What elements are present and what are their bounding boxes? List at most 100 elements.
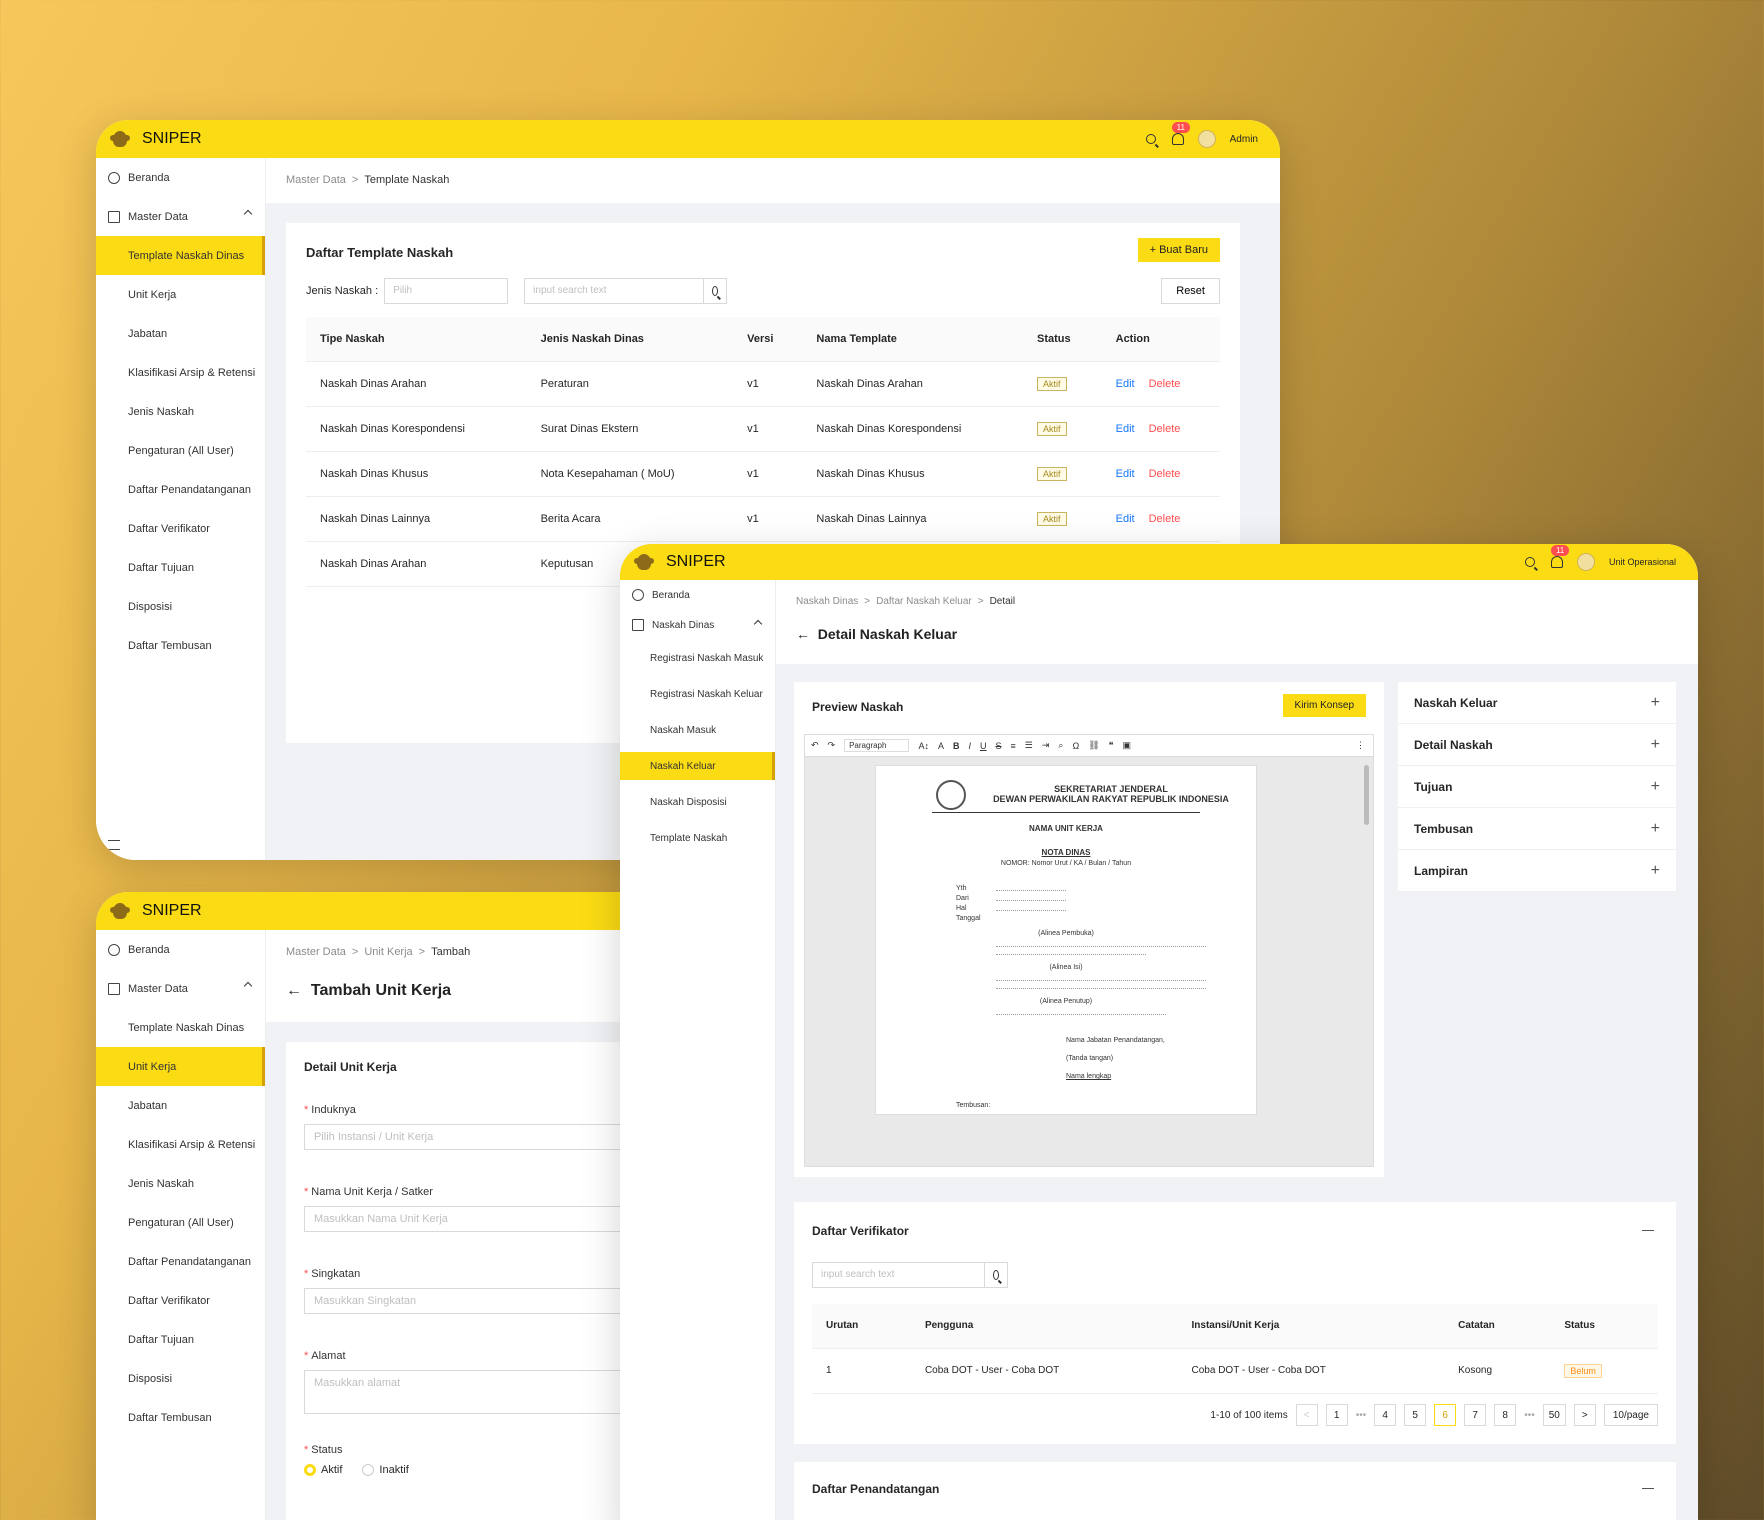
radio-aktif[interactable]: Aktif xyxy=(304,1464,342,1477)
underline-icon[interactable]: U xyxy=(980,741,987,751)
avatar[interactable] xyxy=(1576,553,1595,571)
sidebar-item-template-naskah-dinas[interactable]: Template Naskah Dinas xyxy=(96,236,265,275)
sidebar-item-reg-keluar[interactable]: Registrasi Naskah Keluar xyxy=(620,676,775,712)
sidebar-item-pengaturan[interactable]: Pengaturan (All User) xyxy=(96,431,265,470)
delete-link[interactable]: Delete xyxy=(1149,468,1181,480)
sidebar-item-jabatan[interactable]: Jabatan xyxy=(96,314,265,353)
delete-link[interactable]: Delete xyxy=(1149,378,1181,390)
reset-button[interactable]: Reset xyxy=(1161,278,1220,304)
sidebar-item-klasifikasi[interactable]: Klasifikasi Arsip & Retensi xyxy=(96,1125,265,1164)
buat-baru-button[interactable]: + Buat Baru xyxy=(1137,238,1220,262)
sidebar-item-tujuan[interactable]: Daftar Tujuan xyxy=(96,548,265,587)
verif-search-button[interactable] xyxy=(984,1262,1008,1288)
prev-page-button[interactable]: < xyxy=(1295,1404,1318,1426)
bold-icon[interactable]: B xyxy=(953,741,960,751)
crumb-naskah-dinas[interactable]: Naskah Dinas xyxy=(796,596,858,607)
text-color-icon[interactable]: A xyxy=(938,741,944,751)
bell-icon[interactable]: 11 xyxy=(1549,545,1570,569)
quote-icon[interactable]: ❝ xyxy=(1109,740,1114,751)
sidebar-item-tembusan[interactable]: Daftar Tembusan xyxy=(96,626,265,665)
delete-link[interactable]: Delete xyxy=(1149,513,1181,525)
nama-unit-input[interactable]: Masukkan Nama Unit Kerja xyxy=(304,1206,636,1232)
align-icon[interactable]: ≡ xyxy=(1011,741,1016,751)
sidebar-item-reg-masuk[interactable]: Registrasi Naskah Masuk xyxy=(620,640,775,676)
acc-naskah-keluar[interactable]: Naskah Keluar + xyxy=(1398,682,1676,724)
sidebar-item-tujuan[interactable]: Daftar Tujuan xyxy=(96,1320,265,1359)
sidebar-item-jabatan[interactable]: Jabatan xyxy=(96,1086,265,1125)
redo-icon[interactable]: ↷ xyxy=(828,740,836,751)
bell-icon[interactable]: 11 xyxy=(1170,122,1190,146)
singkatan-input[interactable]: Masukkan Singkatan xyxy=(304,1288,636,1314)
search-icon[interactable] xyxy=(1145,134,1156,144)
search-input[interactable]: input search text xyxy=(524,278,705,304)
image-icon[interactable]: ▣ xyxy=(1122,740,1131,751)
sidebar-item-disposisi[interactable]: Disposisi xyxy=(96,587,265,626)
collapse-icon[interactable] xyxy=(1642,1488,1654,1489)
back-arrow-icon[interactable]: ← xyxy=(796,626,810,642)
user-name[interactable]: Admin xyxy=(1230,134,1258,145)
sidebar-item-beranda[interactable]: Beranda xyxy=(96,158,265,197)
search-button[interactable] xyxy=(703,278,728,304)
page-4[interactable]: 4 xyxy=(1374,1404,1397,1426)
sidebar-item-master-data[interactable]: Master Data xyxy=(96,197,265,236)
menu-fold-icon[interactable] xyxy=(108,840,120,850)
font-size-icon[interactable]: A↕ xyxy=(918,741,929,751)
sidebar-item-unit-kerja[interactable]: Unit Kerja xyxy=(96,275,265,314)
find-icon[interactable]: ⌕ xyxy=(1058,740,1063,751)
scrollbar[interactable] xyxy=(1364,765,1369,825)
acc-tujuan[interactable]: Tujuan + xyxy=(1398,766,1676,808)
delete-link[interactable]: Delete xyxy=(1149,423,1181,435)
edit-link[interactable]: Edit xyxy=(1116,423,1135,435)
avatar[interactable] xyxy=(1197,130,1216,148)
induknya-select[interactable]: Pilih Instansi / Unit Kerja xyxy=(304,1124,636,1150)
crumb-daftar[interactable]: Daftar Naskah Keluar xyxy=(876,596,972,607)
sidebar-item-template[interactable]: Template Naskah xyxy=(620,820,775,856)
list-icon[interactable]: ☰ xyxy=(1025,740,1033,751)
acc-tembusan[interactable]: Tembusan + xyxy=(1398,808,1676,850)
undo-icon[interactable]: ↶ xyxy=(811,740,819,751)
page-7[interactable]: 7 xyxy=(1464,1404,1487,1426)
page-5[interactable]: 5 xyxy=(1404,1404,1427,1426)
omega-icon[interactable]: Ω xyxy=(1072,741,1079,751)
sidebar-item-master-data[interactable]: Master Data xyxy=(96,969,265,1008)
paragraph-select[interactable]: Paragraph xyxy=(844,739,910,752)
sidebar-item-penandatanganan[interactable]: Daftar Penandatanganan xyxy=(96,470,265,509)
edit-link[interactable]: Edit xyxy=(1116,378,1135,390)
strike-icon[interactable]: S xyxy=(996,741,1002,751)
sidebar-item-klasifikasi[interactable]: Klasifikasi Arsip & Retensi xyxy=(96,353,265,392)
sidebar-item-naskah-dinas[interactable]: Naskah Dinas xyxy=(620,610,775,640)
link-icon[interactable]: ⛓ xyxy=(1088,740,1099,751)
italic-icon[interactable]: I xyxy=(968,741,971,751)
user-name[interactable]: Unit Operasional xyxy=(1609,557,1676,567)
crumb-master-data[interactable]: Master Data xyxy=(286,174,346,186)
search-icon[interactable] xyxy=(1524,557,1535,567)
alamat-textarea[interactable]: Masukkan alamat xyxy=(304,1370,636,1414)
edit-link[interactable]: Edit xyxy=(1116,468,1135,480)
page-1[interactable]: 1 xyxy=(1325,1404,1348,1426)
more-icon[interactable]: ⋮ xyxy=(1356,740,1373,751)
kirim-konsep-button[interactable]: Kirim Konsep xyxy=(1282,694,1366,717)
sidebar-item-jenis-naskah[interactable]: Jenis Naskah xyxy=(96,392,265,431)
sidebar-item-tembusan[interactable]: Daftar Tembusan xyxy=(96,1398,265,1437)
sidebar-item-template-naskah-dinas[interactable]: Template Naskah Dinas xyxy=(96,1008,265,1047)
page-size-select[interactable]: 10/page xyxy=(1603,1404,1658,1426)
radio-inaktif[interactable]: Inaktif xyxy=(362,1464,409,1477)
sidebar-item-naskah-masuk[interactable]: Naskah Masuk xyxy=(620,712,775,748)
sidebar-item-verifikator[interactable]: Daftar Verifikator xyxy=(96,509,265,548)
crumb-unit-kerja[interactable]: Unit Kerja xyxy=(364,946,412,958)
edit-link[interactable]: Edit xyxy=(1116,513,1135,525)
acc-detail-naskah[interactable]: Detail Naskah + xyxy=(1398,724,1676,766)
sidebar-item-unit-kerja[interactable]: Unit Kerja xyxy=(96,1047,265,1086)
sidebar-item-pengaturan[interactable]: Pengaturan (All User) xyxy=(96,1203,265,1242)
jenis-naskah-select[interactable]: Pilih xyxy=(384,278,509,304)
sidebar-item-naskah-keluar[interactable]: Naskah Keluar xyxy=(620,752,775,780)
editor[interactable]: ↶ ↷ Paragraph A↕ A B I U S ≡ ☰ ⇥ ⌕ Ω ⛓ ❝ ▣ ⋮ SEKRETARIAT … xyxy=(804,734,1374,1167)
sidebar-item-beranda[interactable]: Beranda xyxy=(620,580,775,610)
indent-icon[interactable]: ⇥ xyxy=(1042,740,1050,751)
acc-lampiran[interactable]: Lampiran + xyxy=(1398,850,1676,892)
sidebar-item-disposisi[interactable]: Disposisi xyxy=(96,1359,265,1398)
page-8[interactable]: 8 xyxy=(1494,1404,1517,1426)
sidebar-item-penandatanganan[interactable]: Daftar Penandatanganan xyxy=(96,1242,265,1281)
verif-search-input[interactable]: input search text xyxy=(812,1262,986,1288)
collapse-icon[interactable] xyxy=(1642,1230,1654,1231)
